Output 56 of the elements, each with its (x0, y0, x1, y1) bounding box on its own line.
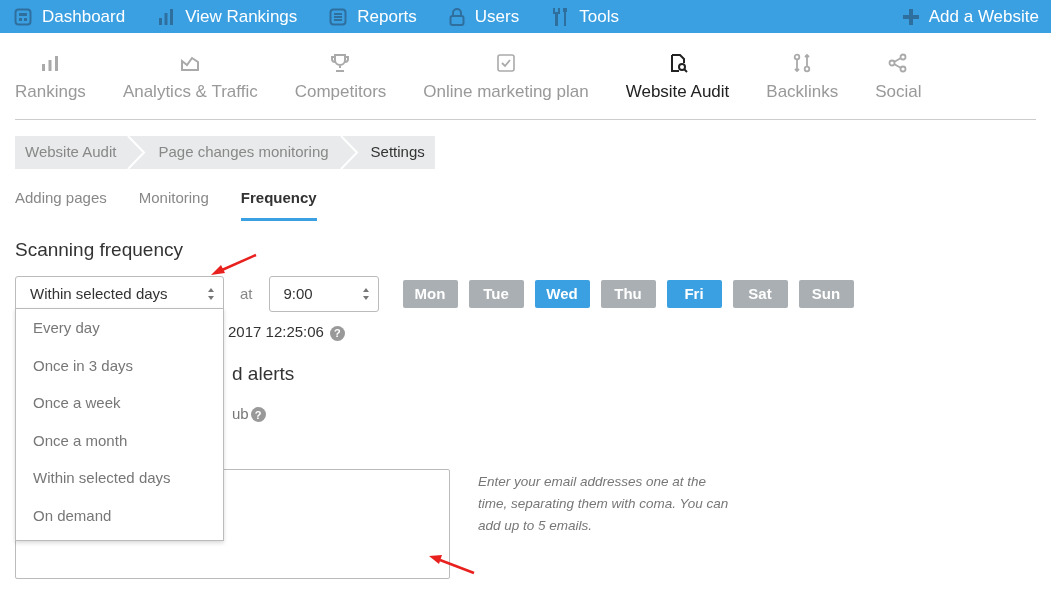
share-icon (888, 53, 909, 73)
day-toggle[interactable]: Wed (534, 280, 590, 309)
trophy-icon (330, 53, 351, 73)
day-toggle[interactable]: Sat (732, 280, 788, 309)
sort-icon (361, 287, 370, 302)
nav-link[interactable]: Dashboard (14, 3, 126, 30)
dropdown-option[interactable]: Once a month (16, 424, 223, 462)
nav-link[interactable]: View Rankings (157, 3, 298, 30)
link-icon (792, 53, 813, 73)
time-select[interactable]: 9:00 (268, 276, 379, 313)
add-website-link[interactable]: Add a Website (902, 3, 1039, 30)
tools-icon (551, 6, 570, 27)
lock-icon (448, 7, 465, 26)
sub-tab[interactable]: Adding pages (15, 187, 107, 221)
module-tab[interactable]: Online marketing plan (423, 53, 589, 119)
day-toggle[interactable]: Thu (600, 280, 656, 309)
day-toggle[interactable]: Mon (402, 280, 458, 309)
bar-chart-icon (40, 53, 61, 73)
dropdown-option[interactable]: Once a week (16, 387, 223, 425)
day-toggle[interactable]: Sun (798, 280, 854, 309)
checkbox-icon (496, 53, 516, 73)
module-tab[interactable]: Analytics & Traffic (122, 53, 258, 119)
day-toggle[interactable]: Tue (468, 280, 524, 309)
dropdown-option[interactable]: On demand (16, 499, 223, 537)
sub-tab[interactable]: Frequency (240, 187, 317, 221)
sort-icon (207, 287, 215, 302)
dropdown-option[interactable]: Once in 3 days (16, 349, 223, 387)
breadcrumb-item[interactable]: Settings (360, 136, 435, 169)
list-icon (329, 7, 348, 26)
help-icon[interactable]: ? (329, 325, 345, 341)
email-hint: Enter your email addresses one at the time, separating them with coma. You can add up to 5 emails. (478, 473, 730, 536)
nav-link[interactable]: Users (448, 3, 520, 30)
help-icon[interactable]: ? (250, 407, 266, 423)
dropdown-option[interactable]: Every day (16, 312, 223, 350)
section-title: Scanning frequency (15, 238, 184, 262)
nav-link[interactable]: Reports (329, 3, 417, 30)
dashboard-icon (14, 7, 32, 26)
module-tab[interactable]: Backlinks (766, 53, 839, 119)
at-label: at (240, 284, 253, 305)
bar-chart-icon (157, 7, 176, 26)
module-tab[interactable]: Competitors (294, 53, 387, 119)
sub-tab[interactable]: Monitoring (138, 187, 209, 221)
breadcrumb-item[interactable]: Website Audit (15, 136, 127, 169)
day-toggle[interactable]: Fri (666, 280, 722, 309)
module-tab[interactable]: Website Audit (625, 53, 730, 119)
hub-label: ub (232, 404, 249, 422)
module-tab[interactable]: Social (875, 53, 922, 119)
section-title: d alerts (232, 362, 295, 387)
dropdown-option[interactable]: Within selected days (16, 462, 223, 500)
nav-link[interactable]: Tools (551, 3, 619, 30)
breadcrumb-item[interactable]: Page changes monitoring (148, 136, 339, 169)
module-tab[interactable]: Rankings (15, 53, 86, 119)
annotation-arrow (429, 555, 475, 575)
annotation-arrow (211, 253, 257, 275)
next-scan-text: 2017 12:25:06 (228, 323, 324, 341)
plus-icon (902, 8, 919, 25)
